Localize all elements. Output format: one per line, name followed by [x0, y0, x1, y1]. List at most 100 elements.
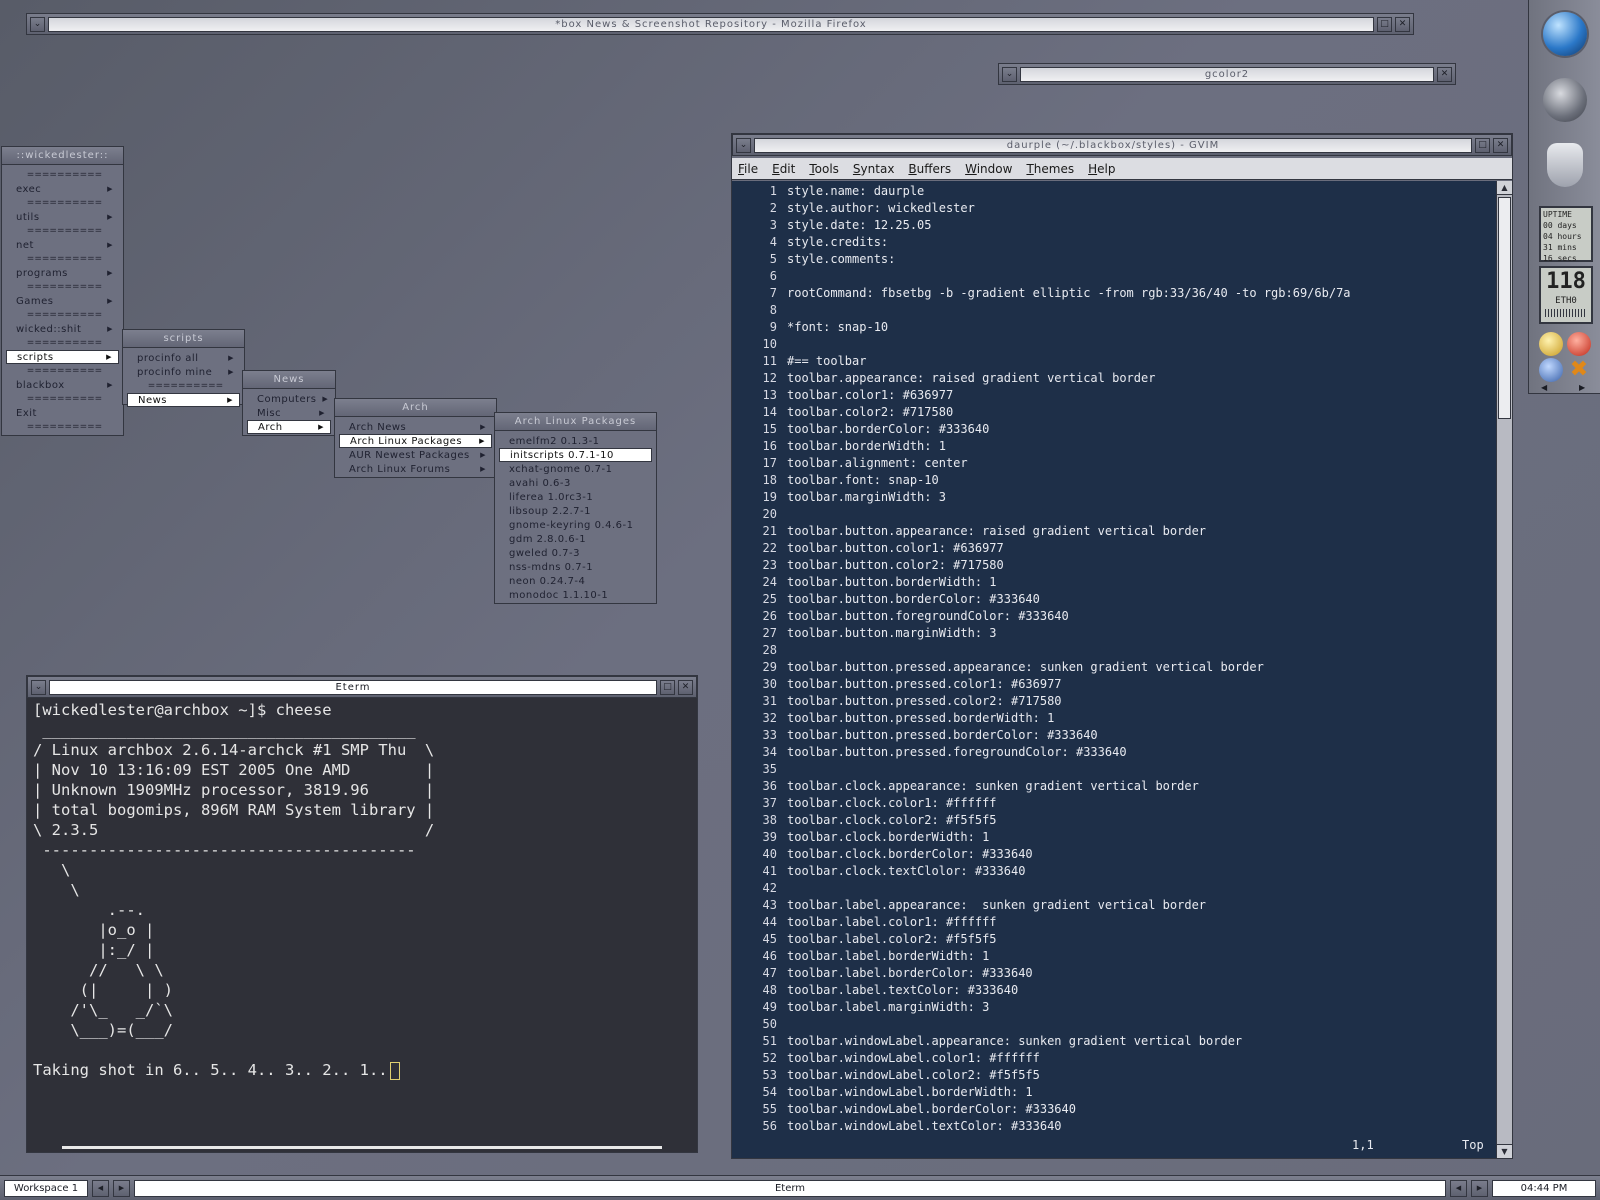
menu-item-scripts[interactable]: scripts ▶ — [6, 350, 119, 364]
package-item[interactable]: avahi 0.6-3 — [499, 476, 652, 490]
firefox-close-button[interactable]: ✕ — [1395, 16, 1410, 32]
menu-item-programs[interactable]: programs ▶ — [6, 266, 119, 280]
eterm-titlebar[interactable]: ⌄ Eterm □ ✕ — [27, 676, 697, 698]
scroll-up-icon[interactable]: ▲ — [1497, 181, 1512, 195]
gvim-maximize-button[interactable]: □ — [1475, 137, 1490, 153]
firefox-window-titlebar[interactable]: ⌄ *box News & Screenshot Repository - Mo… — [26, 13, 1414, 35]
prev-workspace-button[interactable]: ◀ — [92, 1179, 109, 1197]
eterm-maximize-button[interactable]: □ — [660, 679, 675, 695]
workspace-label[interactable]: Workspace 1 — [4, 1179, 88, 1197]
next-window-button[interactable]: ▶ — [1471, 1179, 1488, 1197]
globe-icon[interactable] — [1543, 12, 1587, 56]
chevron-down-icon: ⌄ — [33, 19, 42, 29]
menu-item-wicked-shit[interactable]: wicked::shit ▶ — [6, 322, 119, 336]
line-number: 31 — [762, 694, 777, 708]
gvim-close-button[interactable]: ✕ — [1493, 137, 1508, 153]
trash-icon[interactable] — [1547, 143, 1583, 187]
package-item[interactable]: initscripts 0.7.1-10 — [499, 448, 652, 462]
menu-item-computers[interactable]: Computers ▶ — [247, 392, 331, 406]
menu-item-blackbox[interactable]: blackbox ▶ — [6, 378, 119, 392]
menu-item-procinfo-all[interactable]: procinfo all ▶ — [127, 351, 240, 365]
line-number: 22 — [762, 541, 777, 555]
submenu-arrow-icon: ▶ — [479, 437, 485, 445]
package-item[interactable]: xchat-gnome 0.7-1 — [499, 462, 652, 476]
firefox-shade-button[interactable]: ⌄ — [30, 16, 45, 32]
gvim-menu-item[interactable]: Window — [965, 162, 1012, 176]
terminal-output[interactable]: [wickedlester@archbox ~]$ cheese _______… — [33, 700, 434, 1080]
menu-item-aur-newest-packages[interactable]: AUR Newest Packages ▶ — [339, 448, 492, 462]
package-item[interactable]: gnome-keyring 0.4.6-1 — [499, 518, 652, 532]
uptime-secs: 16 secs — [1543, 254, 1577, 263]
gvim-menu-item[interactable]: Themes — [1026, 162, 1074, 176]
line-number: 44 — [762, 915, 777, 929]
gcolor-window-titlebar[interactable]: ⌄ gcolor2 ✕ — [998, 63, 1456, 85]
menu-item-arch-linux-forums[interactable]: Arch Linux Forums ▶ — [339, 462, 492, 476]
gvim-titlebar[interactable]: ⌄ daurple (~/.blackbox/styles) - GVIM □ … — [732, 134, 1512, 156]
gaim-icon[interactable] — [1539, 332, 1563, 356]
package-item[interactable]: neon 0.24.7-4 — [499, 574, 652, 588]
gvim-menu-item[interactable]: Tools — [809, 162, 839, 176]
menu-item-utils[interactable]: utils ▶ — [6, 210, 119, 224]
gvim-menu-item[interactable]: File — [738, 162, 758, 176]
menu-item-net[interactable]: net ▶ — [6, 238, 119, 252]
terminal-line: | total bogomips, 896M RAM System librar… — [33, 801, 435, 819]
firefox-maximize-button[interactable]: □ — [1377, 16, 1392, 32]
gcolor-close-button[interactable]: ✕ — [1437, 66, 1452, 82]
next-workspace-button[interactable]: ▶ — [113, 1179, 130, 1197]
package-item[interactable]: liferea 1.0rc3-1 — [499, 490, 652, 504]
code-line: 5 style.comments: — [732, 251, 1492, 268]
menu-item-games[interactable]: Games ▶ — [6, 294, 119, 308]
line-text: toolbar.color2: #717580 — [787, 405, 954, 419]
line-number: 47 — [762, 966, 777, 980]
arrow-left-icon: ◀ — [1455, 1184, 1462, 1192]
line-number: 30 — [762, 677, 777, 691]
arrow-right-icon[interactable]: ▶ — [1579, 383, 1585, 392]
code-line: 24 toolbar.button.borderWidth: 1 — [732, 574, 1492, 591]
line-number: 48 — [762, 983, 777, 997]
eterm-close-button[interactable]: ✕ — [678, 679, 693, 695]
package-item[interactable]: gdm 2.8.0.6-1 — [499, 532, 652, 546]
window-label[interactable]: Eterm — [134, 1179, 1446, 1197]
power-icon[interactable] — [1567, 332, 1591, 356]
menu-item-exec[interactable]: exec ▶ — [6, 182, 119, 196]
gvim-menu-item[interactable]: Buffers — [908, 162, 951, 176]
scroll-down-icon[interactable]: ▼ — [1497, 1144, 1512, 1158]
gvim-shade-button[interactable]: ⌄ — [736, 137, 751, 153]
terminal-line: (| | ) — [33, 981, 173, 999]
menu-item-exit[interactable]: Exit — [6, 406, 119, 420]
speaker-icon[interactable] — [1543, 78, 1587, 122]
gvim-scrollbar[interactable]: ▲ ▼ — [1496, 181, 1512, 1158]
gcolor-shade-button[interactable]: ⌄ — [1002, 66, 1017, 82]
gvim-window-title: daurple (~/.blackbox/styles) - GVIM — [754, 137, 1472, 153]
gvim-menu-item[interactable]: Syntax — [853, 162, 895, 176]
line-text: toolbar.button.pressed.color1: #636977 — [787, 677, 1062, 691]
line-number: 46 — [762, 949, 777, 963]
network-icon[interactable] — [1539, 358, 1563, 382]
package-item[interactable]: monodoc 1.1.10-1 — [499, 588, 652, 602]
gvim-menu-item[interactable]: Edit — [772, 162, 795, 176]
code-line: 30 toolbar.button.pressed.color1: #636977 — [732, 676, 1492, 693]
menu-item-procinfo-mine[interactable]: procinfo mine ▶ — [127, 365, 240, 379]
menu-item-misc[interactable]: Misc ▶ — [247, 406, 331, 420]
menu-item-arch-linux-packages[interactable]: Arch Linux Packages ▶ — [339, 434, 492, 448]
scroll-thumb[interactable] — [1498, 197, 1511, 419]
package-item[interactable]: gweled 0.7-3 — [499, 546, 652, 560]
eterm-shade-button[interactable]: ⌄ — [31, 679, 46, 695]
line-number: 36 — [762, 779, 777, 793]
menu-item-news[interactable]: News ▶ — [127, 393, 240, 407]
tools-icon[interactable]: ✖ — [1567, 358, 1591, 382]
gvim-editor[interactable]: 1,1 Top 1 style.name: daurple 2 style.autho… — [732, 181, 1496, 1158]
package-item[interactable]: libsoup 2.2.7-1 — [499, 504, 652, 518]
menu-item-arch[interactable]: Arch ▶ — [247, 420, 331, 434]
gvim-menu-item[interactable]: Help — [1088, 162, 1115, 176]
code-line: 2 style.author: wickedlester — [732, 200, 1492, 217]
package-item[interactable]: nss-mdns 0.7-1 — [499, 560, 652, 574]
arrow-left-icon[interactable]: ◀ — [1541, 383, 1547, 392]
line-number: 39 — [762, 830, 777, 844]
chevron-down-icon: ⌄ — [739, 140, 748, 150]
package-item[interactable]: emelfm2 0.1.3-1 — [499, 434, 652, 448]
prev-window-button[interactable]: ◀ — [1450, 1179, 1467, 1197]
line-text: style.name: daurple — [787, 184, 925, 198]
line-text: toolbar.button.foregroundColor: #333640 — [787, 609, 1069, 623]
menu-item-arch-news[interactable]: Arch News ▶ — [339, 420, 492, 434]
